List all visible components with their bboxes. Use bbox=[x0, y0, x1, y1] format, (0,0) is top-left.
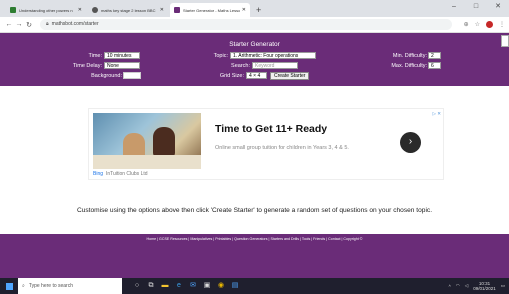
minimize-button[interactable]: – bbox=[443, 0, 465, 14]
start-button[interactable] bbox=[0, 278, 18, 294]
lock-icon: 🔒︎ bbox=[46, 21, 49, 27]
ad-advertiser[interactable]: Bing InTuition Clubs Ltd bbox=[93, 171, 148, 177]
mail-icon[interactable]: ✉ bbox=[186, 278, 200, 294]
tab-title: maths key stage 2 lesson BBC bbox=[101, 7, 156, 13]
grid-size-select[interactable]: 4 × 4 bbox=[246, 72, 267, 79]
tab-close-icon[interactable]: ✕ bbox=[160, 7, 164, 13]
taskbar-clock[interactable]: 10:31 09/01/2021 bbox=[473, 281, 496, 291]
instructions-text: Customise using the options above then c… bbox=[76, 207, 433, 214]
grid-size-label: Grid Size: bbox=[219, 73, 244, 79]
search-input[interactable]: Keyword bbox=[252, 62, 298, 69]
ad-arrow-button[interactable]: › bbox=[400, 132, 421, 153]
maximize-button[interactable]: □ bbox=[465, 0, 487, 14]
tab-close-icon[interactable]: ✕ bbox=[78, 7, 82, 13]
starter-settings-panel: Starter Generator Time: 10 minutes Time … bbox=[0, 33, 509, 86]
min-difficulty-select[interactable]: 2 bbox=[428, 52, 441, 59]
profile-avatar-icon[interactable] bbox=[486, 21, 493, 28]
task-switch-icon[interactable]: ⧉ bbox=[144, 278, 158, 294]
main-content: Bing InTuition Clubs Ltd Time to Get 11+ … bbox=[0, 86, 509, 234]
min-difficulty-label: Min. Difficulty: bbox=[392, 53, 427, 59]
taskbar-date: 09/01/2021 bbox=[473, 286, 496, 291]
tab-title: Starter Generator - Maths Lesso bbox=[183, 7, 240, 13]
browser-tab-bar: Understanding other powers n ✕ maths key… bbox=[0, 0, 509, 17]
create-starter-button[interactable]: Create Starter bbox=[270, 71, 310, 80]
browser-tab-1[interactable]: Understanding other powers n ✕ bbox=[6, 3, 86, 17]
topic-label: Topic: bbox=[213, 53, 228, 59]
page-footer: Home | GCSE Resources | Manipulatives | … bbox=[0, 234, 509, 278]
background-label: Background: bbox=[91, 73, 122, 79]
taskbar-pinned-apps: ○ ⧉ ▬ e ✉ ▣ ◉ ▤ bbox=[130, 278, 242, 294]
network-icon[interactable]: ◠ bbox=[456, 283, 460, 289]
time-delay-select[interactable]: None bbox=[104, 62, 140, 69]
max-difficulty-select[interactable]: 6 bbox=[428, 62, 441, 69]
ad-headline[interactable]: Time to Get 11+ Ready bbox=[215, 123, 327, 135]
browser-tab-2[interactable]: maths key stage 2 lesson BBC ✕ bbox=[88, 3, 168, 17]
footer-links[interactable]: Home | GCSE Resources | Manipulatives | … bbox=[0, 237, 509, 241]
ad-brand-prefix: Bing bbox=[93, 171, 104, 177]
background-color-picker[interactable] bbox=[123, 72, 141, 79]
tray-chevron-icon[interactable]: ^ bbox=[449, 284, 451, 289]
task-view-icon[interactable]: ○ bbox=[130, 278, 144, 294]
tab-title: Understanding other powers n bbox=[19, 7, 73, 13]
time-label: Time: bbox=[88, 53, 102, 59]
tab-favicon-icon bbox=[92, 7, 98, 13]
edge-browser-icon[interactable]: e bbox=[172, 278, 186, 294]
app-icon[interactable]: ▤ bbox=[228, 278, 242, 294]
menu-dots-icon[interactable]: ⋮ bbox=[499, 21, 505, 28]
ad-image bbox=[93, 113, 201, 169]
taskbar-search[interactable]: ⌕ Type here to search bbox=[18, 278, 122, 294]
notifications-icon[interactable]: ▭ bbox=[501, 283, 505, 289]
page-title: Starter Generator bbox=[229, 41, 280, 48]
browser-tab-3[interactable]: Starter Generator - Maths Lesso ✕ bbox=[170, 3, 250, 17]
reload-icon[interactable]: ↻ bbox=[24, 21, 34, 29]
ad-image-desk bbox=[93, 155, 201, 169]
max-difficulty-label: Max. Difficulty: bbox=[391, 63, 427, 69]
close-window-button[interactable]: ✕ bbox=[487, 0, 509, 14]
windows-taskbar: ⌕ Type here to search ○ ⧉ ▬ e ✉ ▣ ◉ ▤ ^ … bbox=[0, 278, 509, 294]
window-controls: – □ ✕ bbox=[443, 0, 509, 14]
search-icon: ⌕ bbox=[22, 283, 25, 289]
time-delay-label: Time Delay: bbox=[72, 63, 102, 69]
url-field[interactable]: 🔒︎ mathsbot.com/starter bbox=[40, 19, 452, 30]
ad-brand-name: InTuition Clubs Ltd bbox=[106, 171, 148, 177]
url-text: mathsbot.com/starter bbox=[51, 21, 99, 27]
file-explorer-icon[interactable]: ▬ bbox=[158, 278, 172, 294]
side-feedback-tab[interactable] bbox=[501, 35, 509, 47]
forward-icon[interactable]: → bbox=[14, 21, 24, 28]
new-tab-button[interactable]: + bbox=[256, 3, 261, 17]
zoom-icon[interactable]: ⊕ bbox=[464, 21, 469, 28]
time-select[interactable]: 10 minutes bbox=[104, 52, 140, 59]
address-bar: ← → ↻ 🔒︎ mathsbot.com/starter ⊕ ☆ ⋮ bbox=[0, 17, 509, 33]
tab-favicon-icon bbox=[10, 7, 16, 13]
bookmark-star-icon[interactable]: ☆ bbox=[475, 21, 480, 28]
topic-select[interactable]: 1. Arithmetic: Four operations bbox=[230, 52, 316, 59]
taskbar-search-placeholder: Type here to search bbox=[28, 283, 74, 289]
search-label: Search: bbox=[231, 63, 250, 69]
tab-favicon-icon bbox=[174, 7, 180, 13]
advertisement[interactable]: Bing InTuition Clubs Ltd Time to Get 11+ … bbox=[88, 108, 444, 180]
ad-image-child bbox=[153, 127, 175, 157]
store-icon[interactable]: ▣ bbox=[200, 278, 214, 294]
ad-body-text: Online small group tuition for children … bbox=[215, 145, 349, 151]
volume-icon[interactable]: ◁ bbox=[465, 283, 468, 289]
system-tray: ^ ◠ ◁ 10:31 09/01/2021 ▭ bbox=[444, 281, 509, 291]
tab-close-icon[interactable]: ✕ bbox=[242, 7, 246, 13]
back-icon[interactable]: ← bbox=[4, 21, 14, 28]
browser-toolbar-icons: ⊕ ☆ ⋮ bbox=[458, 21, 505, 28]
windows-logo-icon bbox=[5, 282, 13, 290]
adchoices-icon[interactable]: ▷ ✕ bbox=[433, 111, 441, 117]
chrome-icon[interactable]: ◉ bbox=[214, 278, 228, 294]
